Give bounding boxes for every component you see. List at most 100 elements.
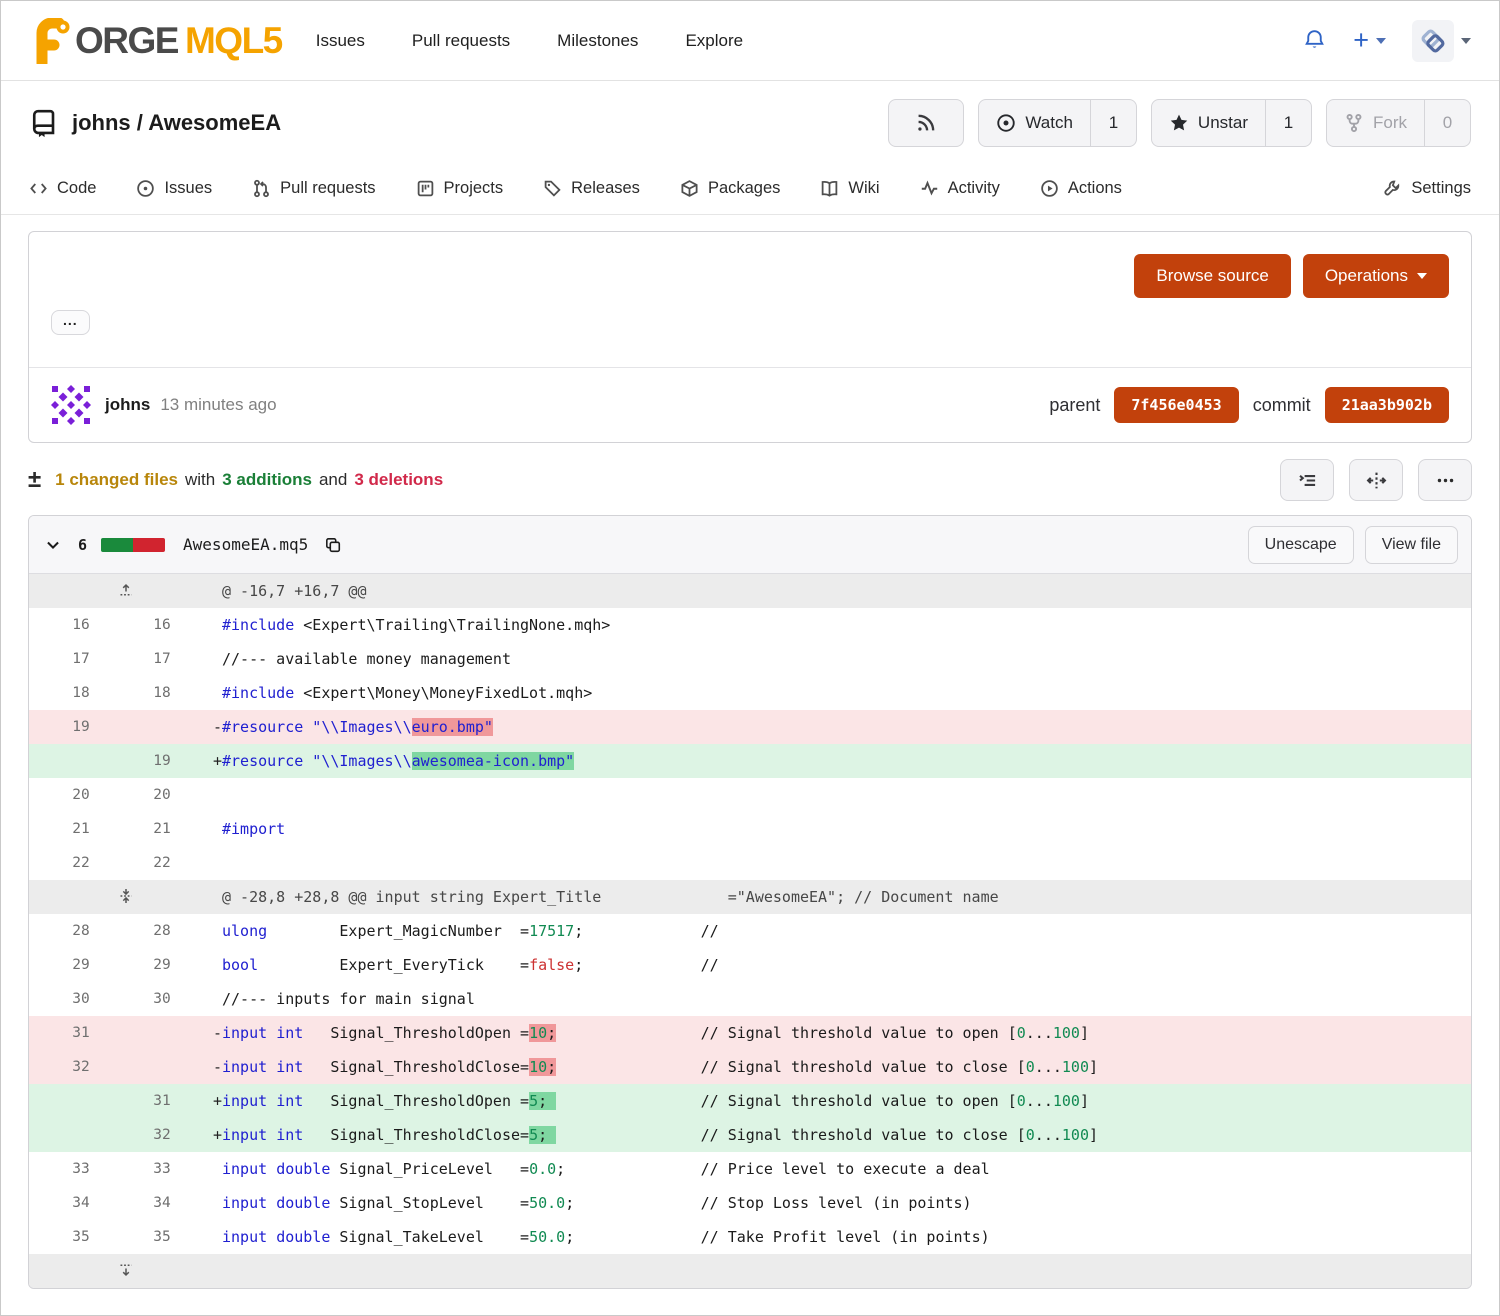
copy-path-button[interactable] xyxy=(322,534,344,556)
tab-settings[interactable]: Settings xyxy=(1383,179,1471,198)
file-name-link[interactable]: AwesomeEA.mq5 xyxy=(183,535,308,554)
diff-file-header: 6 AwesomeEA.mq5 Unescape View file xyxy=(29,516,1471,574)
old-line-number[interactable]: 30 xyxy=(29,982,133,1016)
repo-separator: / xyxy=(137,110,143,135)
old-line-number[interactable]: 31 xyxy=(29,1016,133,1050)
new-line-number[interactable]: 34 xyxy=(133,1186,191,1220)
old-line-number[interactable]: 34 xyxy=(29,1186,133,1220)
old-line-number[interactable]: 21 xyxy=(29,812,133,846)
nav-issues[interactable]: Issues xyxy=(316,31,365,51)
expand-down-icon[interactable] xyxy=(116,1260,136,1280)
old-line-number[interactable]: 17 xyxy=(29,642,133,676)
nav-pull-requests[interactable]: Pull requests xyxy=(412,31,510,51)
new-line-number[interactable]: 19 xyxy=(133,744,191,778)
code-line: #resource "\\Images\\awesomea-icon.bmp" xyxy=(222,744,1471,778)
old-line-number[interactable]: 28 xyxy=(29,914,133,948)
new-line-number[interactable]: 31 xyxy=(133,1084,191,1118)
split-view-button[interactable] xyxy=(1349,459,1403,501)
operations-button[interactable]: Operations xyxy=(1303,254,1449,298)
tab-projects[interactable]: Projects xyxy=(416,179,504,198)
nav-milestones[interactable]: Milestones xyxy=(557,31,638,51)
old-line-number[interactable] xyxy=(29,744,133,778)
tab-label: Activity xyxy=(948,179,1000,198)
old-line-number[interactable]: 20 xyxy=(29,778,133,812)
rss-icon xyxy=(915,112,937,134)
new-line-number[interactable]: 30 xyxy=(133,982,191,1016)
new-line-number[interactable]: 29 xyxy=(133,948,191,982)
new-line-number[interactable]: 35 xyxy=(133,1220,191,1254)
old-line-number[interactable]: 29 xyxy=(29,948,133,982)
watch-button-group: Watch 1 xyxy=(978,99,1137,147)
code-line: #import xyxy=(222,812,1471,846)
expand-both-icon[interactable] xyxy=(116,886,136,906)
new-line-number[interactable]: 33 xyxy=(133,1152,191,1186)
tab-activity[interactable]: Activity xyxy=(920,179,1000,198)
logo-text-mql5: MQL5 xyxy=(185,20,282,61)
unstar-button[interactable]: Unstar xyxy=(1152,100,1265,146)
new-line-number[interactable]: 16 xyxy=(133,608,191,642)
author-identicon-avatar[interactable] xyxy=(51,385,91,425)
tab-releases[interactable]: Releases xyxy=(543,179,640,198)
code-icon xyxy=(29,179,48,198)
whitespace-options-button[interactable] xyxy=(1280,459,1334,501)
old-line-number[interactable]: 22 xyxy=(29,846,133,880)
notifications-bell-button[interactable] xyxy=(1302,28,1327,53)
new-line-number[interactable]: 28 xyxy=(133,914,191,948)
tab-issues[interactable]: Issues xyxy=(136,179,212,198)
rss-feed-button[interactable] xyxy=(888,99,964,147)
diff-line-ctx: 2020 xyxy=(29,778,1471,812)
watch-count[interactable]: 1 xyxy=(1090,100,1136,146)
file-stat-bar xyxy=(101,538,165,552)
tab-pull-requests[interactable]: Pull requests xyxy=(252,179,375,198)
diff-options-button[interactable] xyxy=(1418,459,1472,501)
create-new-button[interactable]: + xyxy=(1353,27,1386,54)
old-line-number[interactable]: 18 xyxy=(29,676,133,710)
commit-time: 13 minutes ago xyxy=(160,395,276,415)
tab-code[interactable]: Code xyxy=(29,179,96,198)
logo-text-forge: ORGE xyxy=(75,20,178,61)
repo-name-link[interactable]: AwesomeEA xyxy=(148,110,281,135)
commit-author-name[interactable]: johns xyxy=(105,395,150,415)
commit-hash-button[interactable]: 21aa3b902b xyxy=(1325,387,1449,423)
new-line-number[interactable]: 18 xyxy=(133,676,191,710)
tab-packages[interactable]: Packages xyxy=(680,179,780,198)
diff-line-ctx: 3030//--- inputs for main signal xyxy=(29,982,1471,1016)
repo-tabs: Code Issues Pull requests Projects Relea… xyxy=(1,163,1499,215)
diff-table: @ -16,7 +16,7 @@1616#include <Expert\Tra… xyxy=(29,574,1471,1288)
new-line-number[interactable]: 22 xyxy=(133,846,191,880)
collapse-file-button[interactable] xyxy=(42,534,64,556)
tab-wiki[interactable]: Wiki xyxy=(820,179,879,198)
repo-owner-link[interactable]: johns xyxy=(72,110,131,135)
new-line-number[interactable]: 20 xyxy=(133,778,191,812)
new-line-number[interactable]: 21 xyxy=(133,812,191,846)
old-line-number[interactable]: 35 xyxy=(29,1220,133,1254)
new-line-number[interactable]: 32 xyxy=(133,1118,191,1152)
star-count[interactable]: 1 xyxy=(1265,100,1311,146)
code-line: //--- available money management xyxy=(222,642,1471,676)
user-menu-button[interactable] xyxy=(1412,20,1471,62)
new-line-number[interactable]: 17 xyxy=(133,642,191,676)
commit-message-expand-button[interactable]: ... xyxy=(51,310,90,335)
new-line-number[interactable] xyxy=(133,1016,191,1050)
unescape-button[interactable]: Unescape xyxy=(1248,526,1354,564)
parent-hash-button[interactable]: 7f456e0453 xyxy=(1114,387,1238,423)
old-line-number[interactable]: 19 xyxy=(29,710,133,744)
old-line-number[interactable] xyxy=(29,1118,133,1152)
watch-button[interactable]: Watch xyxy=(979,100,1090,146)
new-line-number[interactable] xyxy=(133,710,191,744)
expand-up-icon[interactable] xyxy=(116,580,136,600)
tab-actions[interactable]: Actions xyxy=(1040,179,1122,198)
browse-source-button[interactable]: Browse source xyxy=(1134,254,1290,298)
old-line-number[interactable]: 32 xyxy=(29,1050,133,1084)
forge-mql5-logo[interactable]: ORGEMQL5 xyxy=(29,18,282,64)
diff-sign xyxy=(191,642,222,676)
old-line-number[interactable]: 33 xyxy=(29,1152,133,1186)
split-view-icon xyxy=(1366,470,1387,491)
view-file-button[interactable]: View file xyxy=(1365,526,1458,564)
nav-explore[interactable]: Explore xyxy=(685,31,743,51)
diff-line-del: 32-input int Signal_ThresholdClose=10; /… xyxy=(29,1050,1471,1084)
old-line-number[interactable]: 16 xyxy=(29,608,133,642)
old-line-number[interactable] xyxy=(29,1084,133,1118)
fork-button: Fork xyxy=(1327,100,1424,146)
new-line-number[interactable] xyxy=(133,1050,191,1084)
